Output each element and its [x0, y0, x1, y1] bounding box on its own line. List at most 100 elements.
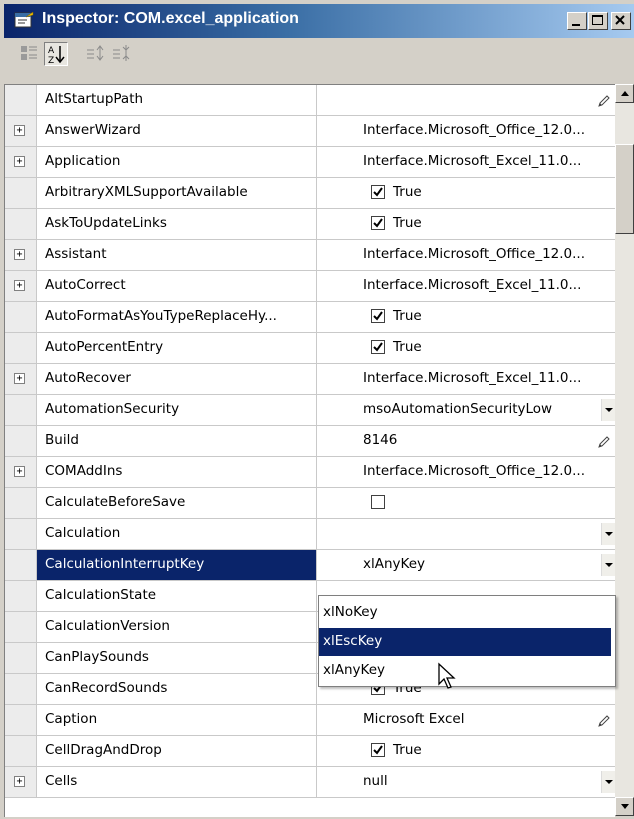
- property-row[interactable]: + AutoRecover Interface.Microsoft_Excel_11…: [5, 364, 615, 395]
- dropdown-arrow-icon[interactable]: [601, 523, 615, 545]
- toolbar: A Z: [4, 38, 634, 70]
- dropdown-arrow-icon[interactable]: [601, 771, 615, 793]
- minimize-button[interactable]: [567, 12, 587, 30]
- row-gutter: [5, 581, 37, 611]
- property-name: AutomationSecurity: [45, 401, 180, 417]
- row-gutter: [5, 488, 37, 518]
- row-gutter: [5, 643, 37, 673]
- property-row[interactable]: AutoPercentEntry True: [5, 333, 615, 364]
- dropdown-arrow-icon[interactable]: [601, 399, 615, 421]
- expand-plus-icon[interactable]: +: [14, 125, 25, 136]
- column-divider: [316, 333, 317, 363]
- dropdown-option[interactable]: xlNoKey: [319, 599, 611, 627]
- row-gutter: +: [5, 457, 37, 487]
- property-checkbox[interactable]: [371, 743, 385, 757]
- title-bar[interactable]: Inspector: COM.excel_application: [4, 4, 634, 38]
- column-divider: [316, 240, 317, 270]
- scroll-thumb[interactable]: [615, 144, 634, 234]
- column-divider: [316, 643, 317, 673]
- property-row[interactable]: AutoFormatAsYouTypeReplaceHy... True: [5, 302, 615, 333]
- property-row[interactable]: AskToUpdateLinks True: [5, 209, 615, 240]
- property-value[interactable]: Interface.Microsoft_Office_12.0...: [363, 463, 585, 479]
- edit-pencil-icon[interactable]: [597, 435, 611, 449]
- property-row[interactable]: + Cells null: [5, 767, 615, 798]
- property-checkbox[interactable]: [371, 340, 385, 354]
- expand-plus-icon[interactable]: +: [14, 466, 25, 477]
- row-gutter: [5, 209, 37, 239]
- property-value[interactable]: Microsoft Excel: [363, 711, 465, 727]
- property-name: CalculationInterruptKey: [45, 556, 205, 572]
- property-row[interactable]: + Assistant Interface.Microsoft_Office_12.…: [5, 240, 615, 271]
- property-value[interactable]: Interface.Microsoft_Office_12.0...: [363, 122, 585, 138]
- checkmark-icon: [373, 311, 383, 321]
- edit-pencil-icon[interactable]: [597, 714, 611, 728]
- dropdown-option[interactable]: xlEscKey: [319, 628, 611, 656]
- sort-alphabetically-button[interactable]: A Z: [44, 42, 68, 66]
- property-value[interactable]: xlAnyKey: [363, 556, 425, 572]
- property-checkbox[interactable]: [371, 216, 385, 230]
- property-row[interactable]: + AnswerWizard Interface.Microsoft_Office_…: [5, 116, 615, 147]
- column-divider: [316, 426, 317, 456]
- property-row[interactable]: CellDragAndDrop True: [5, 736, 615, 767]
- row-gutter: [5, 302, 37, 332]
- property-value[interactable]: null: [363, 773, 388, 789]
- collapse-all-button[interactable]: [110, 42, 134, 66]
- checkmark-icon: [373, 342, 383, 352]
- column-divider: [316, 116, 317, 146]
- property-row[interactable]: + AutoCorrect Interface.Microsoft_Excel_11…: [5, 271, 615, 302]
- property-row[interactable]: Calculation: [5, 519, 615, 550]
- dropdown-arrow-icon[interactable]: [601, 554, 615, 576]
- categorized-button[interactable]: [18, 42, 42, 66]
- property-row[interactable]: AltStartupPath: [5, 85, 615, 116]
- property-name: Application: [45, 153, 121, 169]
- property-value[interactable]: 8146: [363, 432, 397, 448]
- property-name: Cells: [45, 773, 78, 789]
- maximize-button[interactable]: [588, 12, 608, 30]
- dropdown-list: xlNoKey xlEscKey xlAnyKey: [318, 595, 616, 687]
- property-row[interactable]: + Application Interface.Microsoft_Excel_11…: [5, 147, 615, 178]
- property-checkbox[interactable]: [371, 495, 385, 509]
- property-value[interactable]: Interface.Microsoft_Excel_11.0...: [363, 370, 581, 386]
- property-row[interactable]: + COMAddIns Interface.Microsoft_Office_12.…: [5, 457, 615, 488]
- expand-plus-icon[interactable]: +: [14, 776, 25, 787]
- close-button[interactable]: [611, 12, 631, 30]
- property-name: AltStartupPath: [45, 91, 144, 107]
- property-row[interactable]: Caption Microsoft Excel: [5, 705, 615, 736]
- column-divider: [316, 612, 317, 642]
- inspector-window: Inspector: COM.excel_application A Z Alt…: [0, 0, 634, 817]
- property-name: CanPlaySounds: [45, 649, 149, 665]
- property-row[interactable]: AutomationSecurity msoAutomationSecurityL…: [5, 395, 615, 426]
- dropdown-option[interactable]: xlAnyKey: [319, 657, 611, 685]
- property-value[interactable]: msoAutomationSecurityLow: [363, 401, 552, 417]
- maximize-icon: [592, 15, 603, 25]
- row-gutter: [5, 426, 37, 456]
- property-value[interactable]: Interface.Microsoft_Excel_11.0...: [363, 153, 581, 169]
- column-divider: [316, 550, 317, 580]
- property-value[interactable]: Interface.Microsoft_Excel_11.0...: [363, 277, 581, 293]
- expand-plus-icon[interactable]: +: [14, 249, 25, 260]
- expand-all-button[interactable]: [84, 42, 108, 66]
- property-row[interactable]: ArbitraryXMLSupportAvailable True: [5, 178, 615, 209]
- expand-plus-icon[interactable]: +: [14, 156, 25, 167]
- expand-plus-icon[interactable]: +: [14, 280, 25, 291]
- property-value: True: [393, 184, 422, 200]
- dropdown-option-label: xlNoKey: [323, 604, 378, 620]
- column-divider: [316, 147, 317, 177]
- expand-plus-icon[interactable]: +: [14, 373, 25, 384]
- property-row[interactable]: Build 8146: [5, 426, 615, 457]
- vertical-scrollbar[interactable]: [615, 84, 634, 816]
- property-checkbox[interactable]: [371, 185, 385, 199]
- property-row[interactable]: CalculateBeforeSave: [5, 488, 615, 519]
- property-value[interactable]: Interface.Microsoft_Office_12.0...: [363, 246, 585, 262]
- scroll-up-button[interactable]: [615, 84, 634, 103]
- property-row[interactable]: CalculationInterruptKey xlAnyKey: [5, 550, 615, 581]
- column-divider: [316, 736, 317, 766]
- edit-pencil-icon[interactable]: [597, 94, 611, 108]
- property-checkbox[interactable]: [371, 309, 385, 323]
- row-gutter: +: [5, 767, 37, 797]
- scroll-down-button[interactable]: [615, 797, 634, 816]
- property-name: Assistant: [45, 246, 107, 262]
- property-name: AskToUpdateLinks: [45, 215, 167, 231]
- column-divider: [316, 209, 317, 239]
- property-name: Calculation: [45, 525, 121, 541]
